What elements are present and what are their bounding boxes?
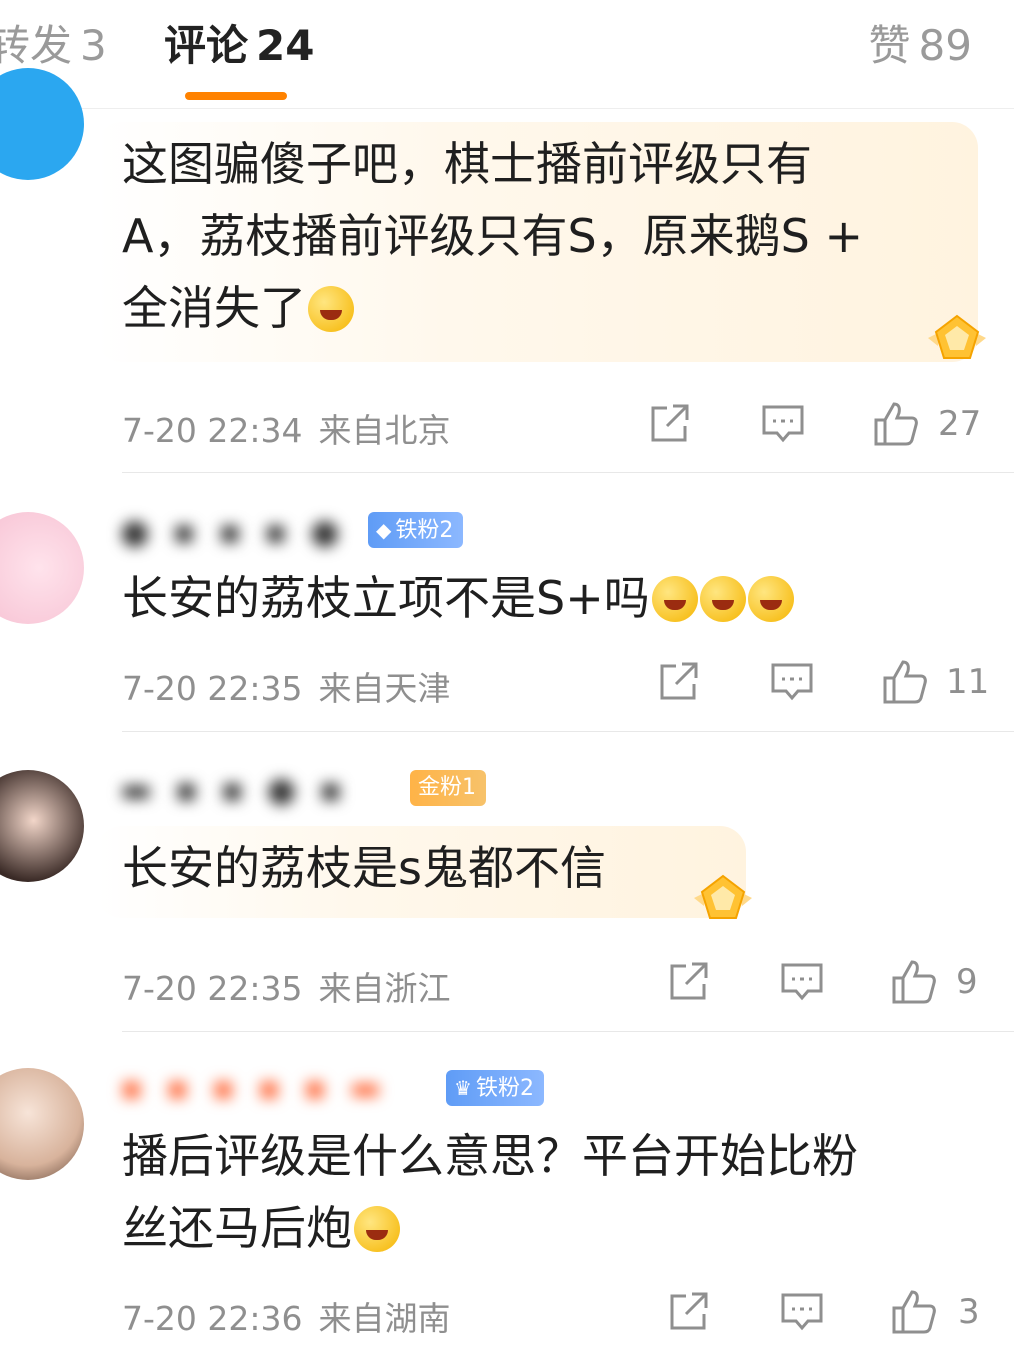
laugh-cry-emoji [354,1206,400,1252]
comment-text-line: 长安的荔枝是s鬼都不信 [122,841,606,895]
comment-text: 长安的荔枝立项不是S+吗 [122,562,794,634]
tab-repost[interactable]: 转发 3 [0,18,107,74]
username-blurred[interactable]: ▬ ▪ ▪ ● ▪ [120,770,348,814]
comment-location: 来自天津 [318,669,451,708]
active-tab-indicator [185,92,287,100]
tab-comment-count: 24 [256,21,315,70]
comment-text-line: 播后评级是什么意思？平台开始比粉 [122,1129,858,1183]
username-blurred[interactable]: ● ▪ ▪ ▪ ● [120,512,346,556]
laugh-cry-emoji [308,286,354,332]
like-icon[interactable] [890,1288,938,1336]
like-icon[interactable] [881,658,929,706]
reply-icon[interactable] [778,958,826,1006]
comment-text-line: 全消失了 [122,272,863,344]
reply-icon[interactable] [759,400,807,448]
avatar[interactable] [0,1068,84,1180]
share-icon[interactable] [664,958,712,1006]
tab-like[interactable]: 赞 89 [869,18,972,74]
avatar[interactable] [0,770,84,882]
reply-icon[interactable] [768,658,816,706]
comment-text: 这图骗傻子吧，棋士播前评级只有 A，荔枝播前评级只有S，原来鹅S + 全消失了 [122,128,863,344]
diamond-icon: ◆ [376,518,392,542]
like-icon[interactable] [890,958,938,1006]
fan-badge: 金粉1 [410,770,486,806]
username-blurred[interactable]: ▪ ▪ ▪ ▪ ▪ ▬ [120,1068,387,1112]
fan-badge-label: 铁粉2 [395,518,454,543]
reply-icon[interactable] [778,1288,826,1336]
fan-badge-label: 金粉1 [418,775,476,800]
comment-text-line: A，荔枝播前评级只有S，原来鹅S + [122,209,864,263]
like-count: 11 [946,662,990,702]
comment-location: 来自北京 [318,411,451,450]
crown-icon: ♛ [454,1076,472,1100]
like-icon[interactable] [872,400,920,448]
comment-text-line: 长安的荔枝立项不是S+吗 [122,571,650,625]
comment-meta: 7-20 22:35 来自浙江 [122,962,451,1010]
tab-like-count: 89 [918,21,972,70]
divider [122,1031,1014,1032]
comment-time: 7-20 22:36 [122,1299,303,1338]
share-icon[interactable] [645,400,693,448]
comment-text-line-part: 全消失了 [122,281,306,335]
comment-text-line-part: 丝还马后炮 [122,1201,352,1255]
comment-time: 7-20 22:35 [122,669,303,708]
comment-meta: 7-20 22:35 来自天津 [122,662,451,710]
comment-text-line: 这图骗傻子吧，棋士播前评级只有 [122,137,812,191]
tab-like-label: 赞 [868,21,911,70]
drool-emoji [699,576,746,622]
fan-badge-label: 铁粉2 [475,1076,534,1101]
comment-meta: 7-20 22:34 来自北京 [122,404,451,452]
tab-repost-label: 转发 [0,21,73,70]
comment-time: 7-20 22:34 [122,411,303,450]
avatar[interactable] [0,512,84,624]
share-icon[interactable] [654,658,702,706]
like-count: 3 [958,1292,980,1332]
drool-emoji [651,576,698,622]
fan-badge: ◆ 铁粉2 [368,512,464,548]
comment-text-line: 丝还马后炮 [122,1192,858,1264]
like-count: 9 [956,962,978,1002]
comment-location: 来自湖南 [318,1299,451,1338]
share-icon[interactable] [664,1288,712,1336]
divider [122,472,1014,473]
drool-emoji [747,576,794,622]
comment-text: 播后评级是什么意思？平台开始比粉 丝还马后炮 [122,1120,858,1264]
divider [122,731,1014,732]
comment-location: 来自浙江 [318,969,451,1008]
comment-time: 7-20 22:35 [122,969,303,1008]
like-count: 27 [938,404,982,444]
fan-badge: ♛ 铁粉2 [446,1070,544,1106]
tab-repost-count: 3 [80,21,107,70]
comment-meta: 7-20 22:36 来自湖南 [122,1292,451,1340]
medal-icon [928,314,986,359]
medal-icon [694,874,752,919]
tab-comment-label: 评论 [164,21,249,70]
comment-tabs: 转发 3 评论 24 赞 89 [0,0,1014,109]
comment-text: 长安的荔枝是s鬼都不信 [122,832,606,904]
